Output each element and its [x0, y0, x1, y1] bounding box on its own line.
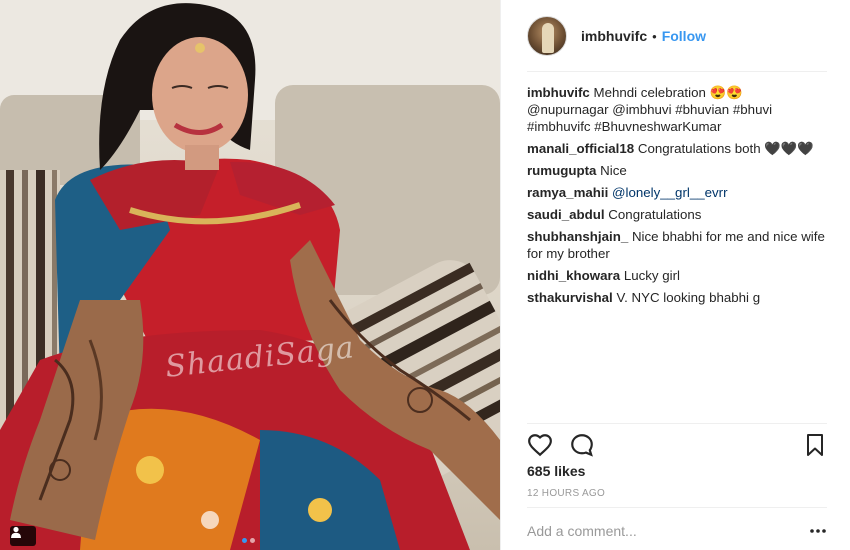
caption-author[interactable]: imbhuvifc [527, 85, 590, 100]
list-item: shubhanshjain_ Nice bhabhi for me and ni… [527, 228, 831, 262]
list-item: rumugupta Nice [527, 162, 831, 179]
comment-author[interactable]: saudi_abdul [527, 207, 605, 222]
post-details-panel: imbhuvifc • Follow imbhuvifc Mehndi cele… [500, 0, 850, 550]
comment-author[interactable]: ramya_mahii [527, 185, 608, 200]
speech-bubble-icon [571, 434, 593, 457]
photo-illustration [0, 0, 500, 550]
comment-text: Lucky girl [623, 268, 680, 283]
comment-input[interactable] [527, 520, 787, 542]
comment-author[interactable]: nidhi_khowara [527, 268, 620, 283]
user-tag-button[interactable] [10, 526, 36, 546]
bookmark-icon [807, 434, 823, 456]
list-item: manali_official18 Congratulations both 🖤… [527, 140, 831, 157]
like-count[interactable]: 685 likes [527, 463, 585, 479]
like-button[interactable] [527, 432, 553, 458]
comment-text: Congratulations [608, 207, 702, 222]
comment-button[interactable] [569, 432, 595, 458]
list-item: sthakurvishal V. NYC looking bhabhi g [527, 289, 831, 306]
save-button[interactable] [803, 432, 829, 458]
header-separator: • [652, 28, 657, 44]
list-item: saudi_abdul Congratulations [527, 206, 831, 223]
comment-list: imbhuvifc Mehndi celebration 😍😍 @nupurna… [527, 84, 831, 311]
carousel-dot-active [242, 538, 247, 543]
user-tag-icon [11, 526, 21, 538]
post-photo[interactable]: ShaadiSaga [0, 0, 500, 550]
heart-icon [528, 434, 552, 457]
actions-divider [527, 423, 827, 424]
comment-author[interactable]: sthakurvishal [527, 290, 613, 305]
comment-text: Congratulations both 🖤🖤🖤 [637, 141, 814, 156]
follow-button[interactable]: Follow [662, 28, 706, 44]
post-header: imbhuvifc • Follow [501, 0, 850, 72]
comment-text: V. NYC looking bhabhi g [616, 290, 761, 305]
action-bar [527, 432, 827, 460]
comment-text: Nice [600, 163, 627, 178]
comment-divider [527, 507, 827, 508]
more-options-button[interactable] [809, 523, 827, 539]
caption: imbhuvifc Mehndi celebration 😍😍 @nupurna… [527, 84, 831, 135]
carousel-dot [250, 538, 255, 543]
comment-author[interactable]: rumugupta [527, 163, 596, 178]
post-timestamp[interactable]: 12 HOURS AGO [527, 488, 605, 499]
avatar[interactable] [527, 16, 567, 56]
comment-author[interactable]: manali_official18 [527, 141, 634, 156]
list-item: nidhi_khowara Lucky girl [527, 267, 831, 284]
list-item: ramya_mahii @lonely__grl__evrr [527, 184, 831, 201]
comment-author[interactable]: shubhanshjain_ [527, 229, 628, 244]
post-username[interactable]: imbhuvifc [581, 28, 647, 44]
comment-text[interactable]: @lonely__grl__evrr [612, 185, 728, 200]
header-divider [527, 71, 827, 72]
ellipsis-icon [810, 529, 826, 533]
